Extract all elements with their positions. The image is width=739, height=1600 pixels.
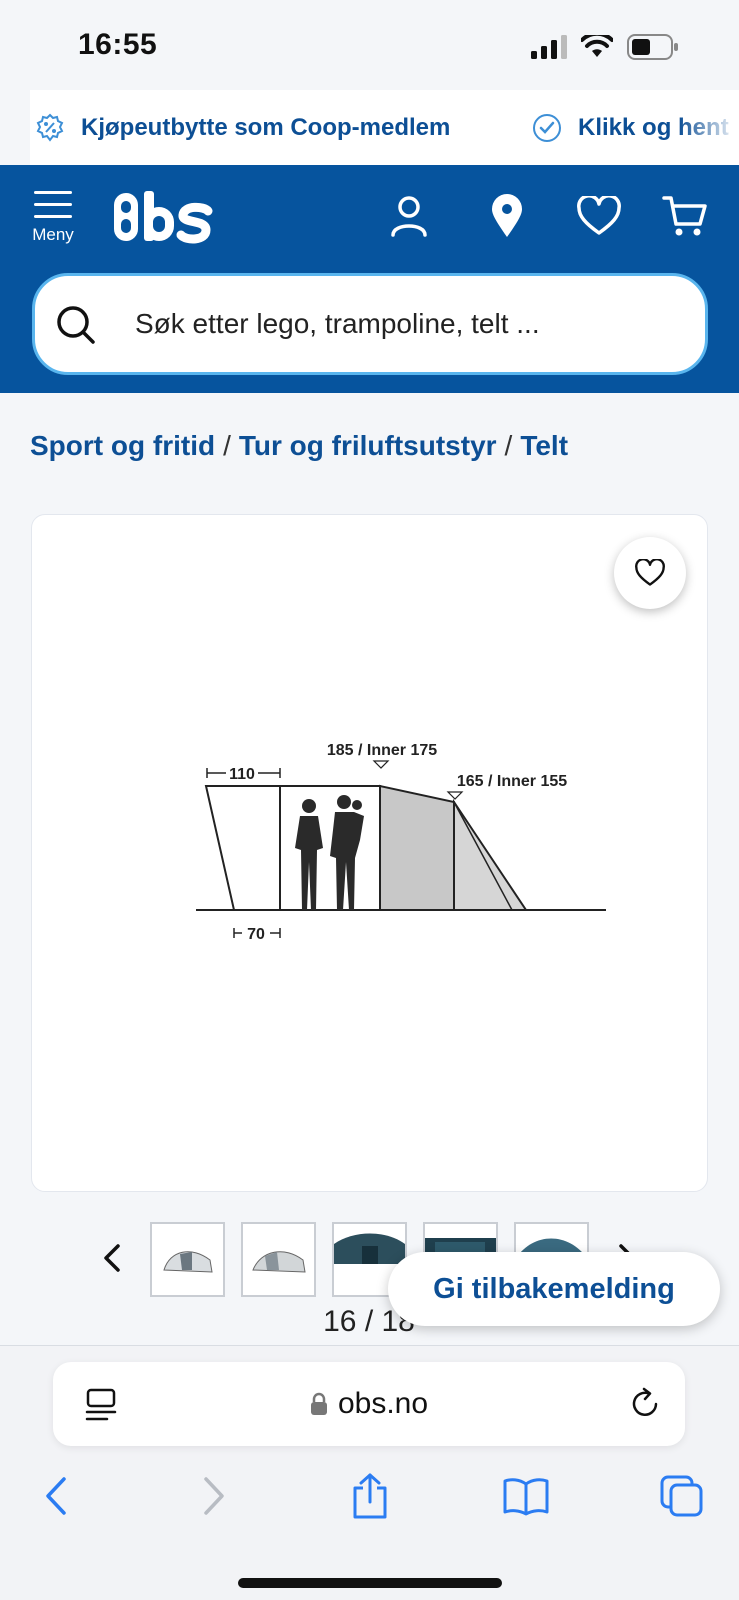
status-time: 16:55 (78, 28, 158, 61)
breadcrumb-sport[interactable]: Sport og fritid (30, 430, 215, 461)
reload-icon[interactable] (629, 1386, 661, 1420)
back-button[interactable] (26, 1466, 86, 1526)
promo-member-dividend-text: Kjøpeutbytte som Coop-medlem (81, 113, 451, 141)
breadcrumb-separator: / (504, 430, 513, 461)
browser-toolbar: obs.no (0, 1345, 739, 1600)
obs-logo[interactable] (112, 189, 216, 250)
chevron-left-icon (104, 1244, 120, 1272)
height-rear-label: 165 / Inner 155 (457, 773, 567, 790)
breadcrumb: Sport og fritid / Tur og friluftsutstyr / Te… (30, 430, 568, 462)
wishlist-button[interactable] (576, 193, 622, 239)
lock-icon (310, 1392, 327, 1415)
breadcrumb-separator: / (223, 430, 231, 461)
breadcrumb-telt[interactable]: Telt (520, 430, 568, 461)
search-bar[interactable]: Søk etter lego, trampoline, telt ... (32, 273, 708, 375)
promo-fade (679, 90, 739, 165)
promo-member-dividend[interactable]: Kjøpeutbytte som Coop-medlem (35, 90, 450, 165)
tabs-icon (660, 1475, 703, 1517)
height-front-label: 185 / Inner 175 (327, 742, 437, 759)
home-indicator (238, 1578, 502, 1588)
address-bar[interactable]: obs.no (53, 1362, 685, 1446)
menu-button[interactable]: Meny (22, 191, 84, 255)
prev-image-button[interactable] (92, 1238, 132, 1278)
porch-bottom-label: 70 (247, 926, 265, 943)
search-icon (57, 306, 95, 344)
chevron-right-icon (204, 1477, 224, 1515)
chevron-left-icon (46, 1477, 66, 1515)
thumbnail-2[interactable] (241, 1222, 316, 1297)
heart-icon (577, 196, 621, 235)
account-icon (391, 196, 427, 237)
search-input[interactable]: Søk etter lego, trampoline, telt ... (135, 276, 540, 372)
signal-icon (531, 35, 567, 59)
thumbnail-1[interactable] (150, 1222, 225, 1297)
share-icon (353, 1473, 387, 1519)
account-button[interactable] (386, 193, 432, 239)
tent-thumbnail-image (163, 1251, 213, 1273)
wifi-icon (581, 35, 613, 57)
share-button[interactable] (340, 1466, 400, 1526)
feedback-button[interactable]: Gi tilbakemelding (388, 1252, 720, 1326)
cart-icon (662, 196, 707, 236)
breadcrumb-tur[interactable]: Tur og friluftsutstyr (239, 430, 497, 461)
location-icon (492, 194, 522, 237)
forward-button[interactable] (184, 1466, 244, 1526)
tabs-button[interactable] (652, 1466, 712, 1526)
url-display[interactable]: obs.no (53, 1362, 685, 1446)
percent-badge-icon (36, 113, 64, 142)
status-bar: 16:55 (0, 0, 739, 90)
promo-strip: Kjøpeutbytte som Coop-medlem Klikk og he… (30, 90, 739, 165)
add-to-wishlist-button[interactable] (614, 537, 686, 609)
menu-label: Meny (32, 225, 74, 244)
heart-icon (635, 559, 665, 586)
obs-logo-icon (114, 191, 213, 244)
tent-thumbnail-image (252, 1251, 306, 1273)
book-icon (503, 1478, 549, 1516)
porch-top-label: 110 (229, 766, 255, 783)
cart-button[interactable] (662, 193, 708, 239)
site-header: Meny Søk etter lego, trampoline, telt ..… (0, 165, 739, 393)
url-text: obs.no (337, 1387, 429, 1420)
store-locator-button[interactable] (484, 193, 530, 239)
battery-icon (627, 34, 678, 60)
browser-nav-row (0, 1466, 739, 1526)
check-circle-icon (533, 113, 561, 142)
bookmarks-button[interactable] (496, 1466, 556, 1526)
hamburger-icon (34, 191, 72, 227)
tent-dimension-diagram: 110 70 185 / Inner 175 165 / Inner 155 (196, 742, 606, 943)
product-image-card[interactable]: 110 70 185 / Inner 175 165 / Inner 155 (31, 514, 708, 1192)
status-icons (531, 34, 679, 60)
